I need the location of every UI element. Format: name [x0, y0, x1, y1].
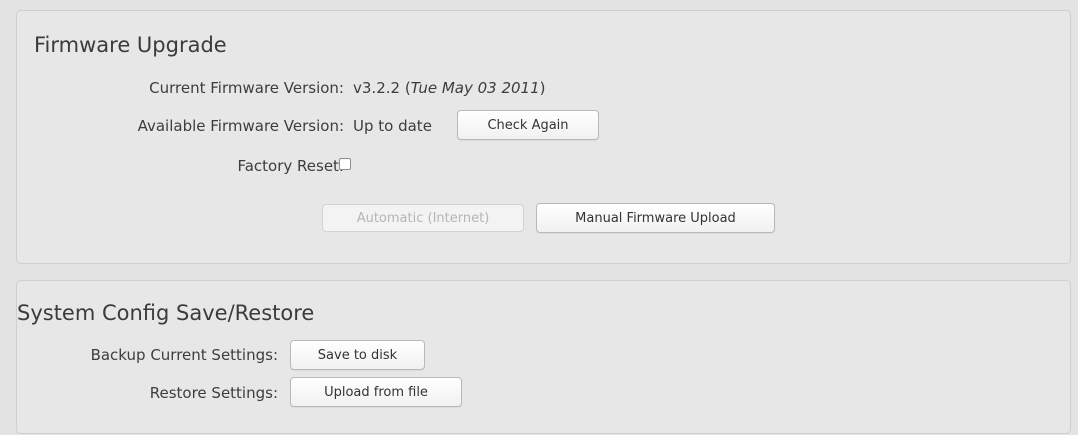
available-firmware-value: Up to date [353, 117, 432, 135]
factory-reset-label: Factory Reset: [237, 157, 344, 175]
save-to-disk-button[interactable]: Save to disk [290, 340, 425, 370]
factory-reset-checkbox[interactable] [339, 158, 351, 170]
current-firmware-label: Current Firmware Version: [149, 79, 344, 97]
firmware-upgrade-panel: Firmware Upgrade Current Firmware Versio… [16, 10, 1071, 264]
config-section-title: System Config Save/Restore [17, 301, 315, 325]
restore-settings-label: Restore Settings: [149, 384, 278, 402]
backup-settings-label: Backup Current Settings: [90, 346, 278, 364]
current-firmware-date: Tue May 03 2011 [410, 79, 540, 97]
current-firmware-version: v3.2.2 [353, 79, 401, 97]
available-firmware-label: Available Firmware Version: [137, 117, 344, 135]
system-config-panel: System Config Save/Restore Backup Curren… [16, 280, 1071, 434]
firmware-section-title: Firmware Upgrade [34, 33, 227, 57]
current-firmware-value: v3.2.2 (Tue May 03 2011) [353, 79, 546, 97]
check-again-button[interactable]: Check Again [457, 110, 599, 140]
manual-firmware-upload-button[interactable]: Manual Firmware Upload [536, 203, 775, 233]
upload-from-file-button[interactable]: Upload from file [290, 377, 462, 407]
automatic-internet-button: Automatic (Internet) [322, 204, 524, 232]
